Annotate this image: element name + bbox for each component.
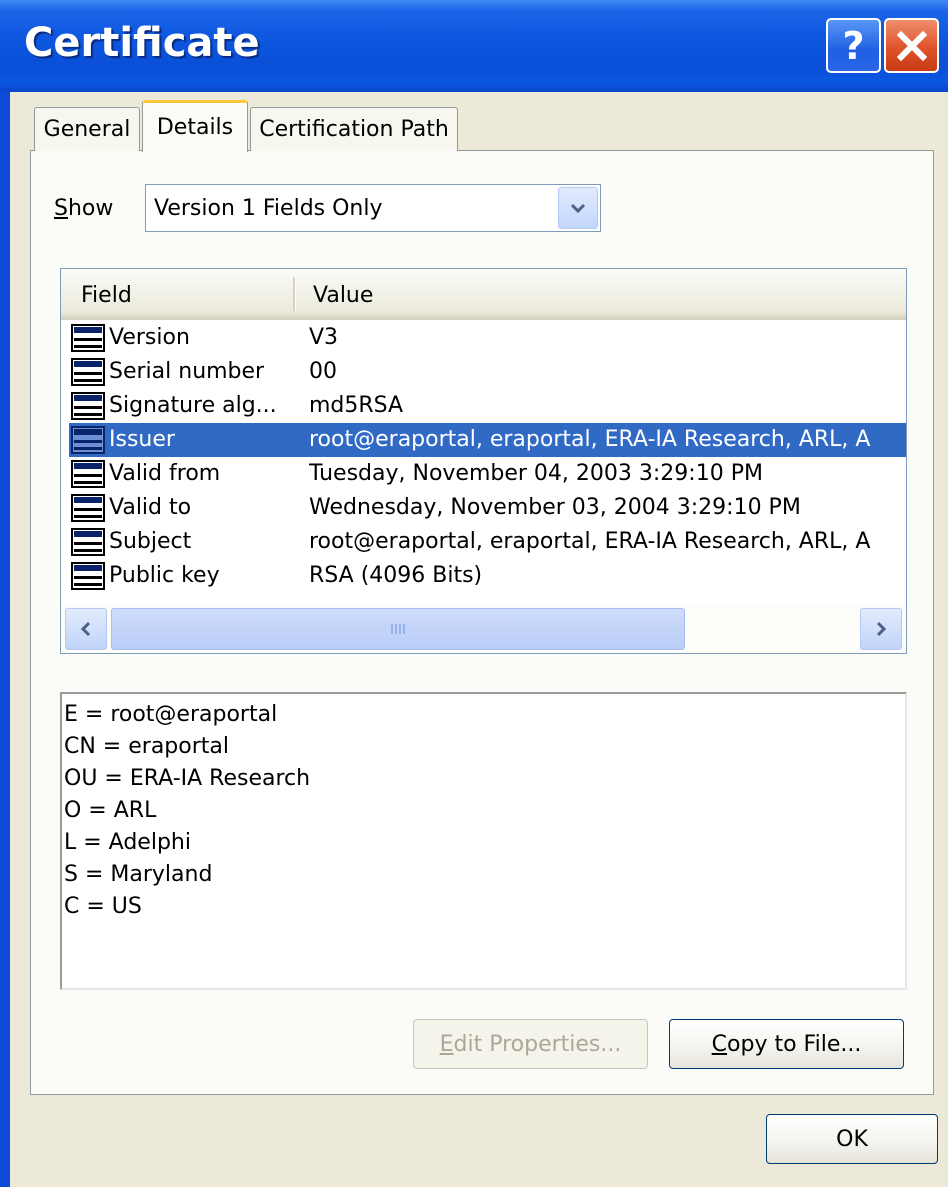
tab-details-label: Details bbox=[156, 115, 234, 140]
field-icon bbox=[71, 358, 105, 386]
field-icon bbox=[71, 562, 105, 590]
column-header-field[interactable]: Field bbox=[81, 283, 132, 308]
row-field: Version bbox=[109, 325, 190, 350]
title-bar[interactable]: Certificate ? bbox=[0, 0, 948, 92]
field-list[interactable]: Field Value Version V3 Serial number 00 … bbox=[60, 268, 907, 654]
row-value: root@eraportal, eraportal, ERA-IA Resear… bbox=[309, 529, 871, 554]
row-field: Valid to bbox=[109, 495, 192, 520]
chevron-left-icon bbox=[80, 621, 91, 637]
details-line: O = ARL bbox=[64, 798, 157, 823]
list-row[interactable]: Valid to Wednesday, November 03, 2004 3:… bbox=[69, 491, 906, 525]
row-value: 00 bbox=[309, 359, 337, 384]
details-line: L = Adelphi bbox=[64, 830, 191, 855]
tab-general[interactable]: General bbox=[34, 107, 140, 151]
grip-icon bbox=[391, 624, 405, 634]
row-value: md5RSA bbox=[309, 393, 404, 418]
copy-to-file-button[interactable]: Copy to File... bbox=[669, 1019, 904, 1069]
copy-to-file-label: opy to File... bbox=[727, 1031, 862, 1057]
tab-details[interactable]: Details bbox=[142, 100, 248, 152]
scroll-left-button[interactable] bbox=[65, 608, 107, 650]
chevron-down-icon bbox=[570, 203, 586, 214]
close-icon bbox=[896, 30, 927, 61]
details-line: CN = eraportal bbox=[64, 734, 229, 759]
list-row[interactable]: Valid from Tuesday, November 04, 2003 3:… bbox=[69, 457, 906, 491]
show-dropdown-value: Version 1 Fields Only bbox=[154, 196, 383, 221]
field-icon bbox=[71, 426, 105, 454]
field-icon bbox=[71, 392, 105, 420]
row-field: Subject bbox=[109, 529, 192, 554]
ok-button[interactable]: OK bbox=[766, 1114, 938, 1164]
field-icon bbox=[71, 494, 105, 522]
scrollbar-thumb[interactable] bbox=[111, 608, 685, 650]
list-row[interactable]: Subject root@eraportal, eraportal, ERA-I… bbox=[69, 525, 906, 559]
field-icon bbox=[71, 528, 105, 556]
list-row[interactable]: Signature alg... md5RSA bbox=[69, 389, 906, 423]
show-label: Show bbox=[54, 196, 113, 221]
list-row[interactable]: Version V3 bbox=[69, 321, 906, 355]
close-button[interactable] bbox=[884, 18, 939, 73]
chevron-right-icon bbox=[876, 621, 887, 637]
show-label-accelerator: S bbox=[54, 196, 68, 221]
details-line: E = root@eraportal bbox=[64, 702, 278, 727]
row-value: Wednesday, November 03, 2004 3:29:10 PM bbox=[309, 495, 801, 520]
show-label-text: how bbox=[67, 196, 114, 221]
horizontal-scrollbar[interactable] bbox=[61, 605, 906, 653]
row-field: Serial number bbox=[109, 359, 265, 384]
field-icon bbox=[71, 324, 105, 352]
edit-properties-button[interactable]: Edit Properties... bbox=[413, 1019, 648, 1069]
tab-certification-path[interactable]: Certification Path bbox=[250, 107, 458, 151]
column-header-value[interactable]: Value bbox=[313, 283, 373, 308]
row-field: Valid from bbox=[109, 461, 221, 486]
row-field: Public key bbox=[109, 563, 220, 588]
field-icon bbox=[71, 460, 105, 488]
details-line: S = Maryland bbox=[64, 862, 213, 887]
list-header: Field Value bbox=[61, 269, 906, 320]
copy-to-file-accelerator: C bbox=[711, 1031, 728, 1057]
show-dropdown-button[interactable] bbox=[558, 187, 598, 229]
ok-label: OK bbox=[836, 1126, 868, 1152]
row-field: Signature alg... bbox=[109, 393, 277, 418]
window-title: Certificate bbox=[24, 20, 260, 66]
list-row[interactable]: Serial number 00 bbox=[69, 355, 906, 389]
edit-properties-accelerator: E bbox=[439, 1031, 454, 1057]
row-value: Tuesday, November 04, 2003 3:29:10 PM bbox=[309, 461, 763, 486]
certificate-dialog: Certificate ? General Details Certificat… bbox=[0, 0, 948, 1187]
details-line: OU = ERA-IA Research bbox=[64, 766, 311, 791]
row-value: root@eraportal, eraportal, ERA-IA Resear… bbox=[309, 427, 871, 452]
edit-properties-label: dit Properties... bbox=[453, 1031, 622, 1057]
help-icon: ? bbox=[842, 23, 865, 68]
scroll-right-button[interactable] bbox=[860, 608, 902, 650]
row-value: V3 bbox=[309, 325, 339, 350]
row-value: RSA (4096 Bits) bbox=[309, 563, 483, 588]
list-row-selected[interactable]: Issuer root@eraportal, eraportal, ERA-IA… bbox=[69, 423, 906, 457]
tab-certification-path-label: Certification Path bbox=[259, 117, 449, 142]
row-field: Issuer bbox=[109, 427, 175, 452]
show-dropdown[interactable]: Version 1 Fields Only bbox=[145, 184, 601, 232]
list-row[interactable]: Public key RSA (4096 Bits) bbox=[69, 559, 906, 593]
help-button[interactable]: ? bbox=[826, 18, 881, 73]
field-value-details[interactable]: E = root@eraportal CN = eraportal OU = E… bbox=[60, 692, 907, 990]
column-divider[interactable] bbox=[293, 277, 296, 311]
details-line: C = US bbox=[64, 894, 142, 919]
tab-general-label: General bbox=[43, 117, 131, 142]
